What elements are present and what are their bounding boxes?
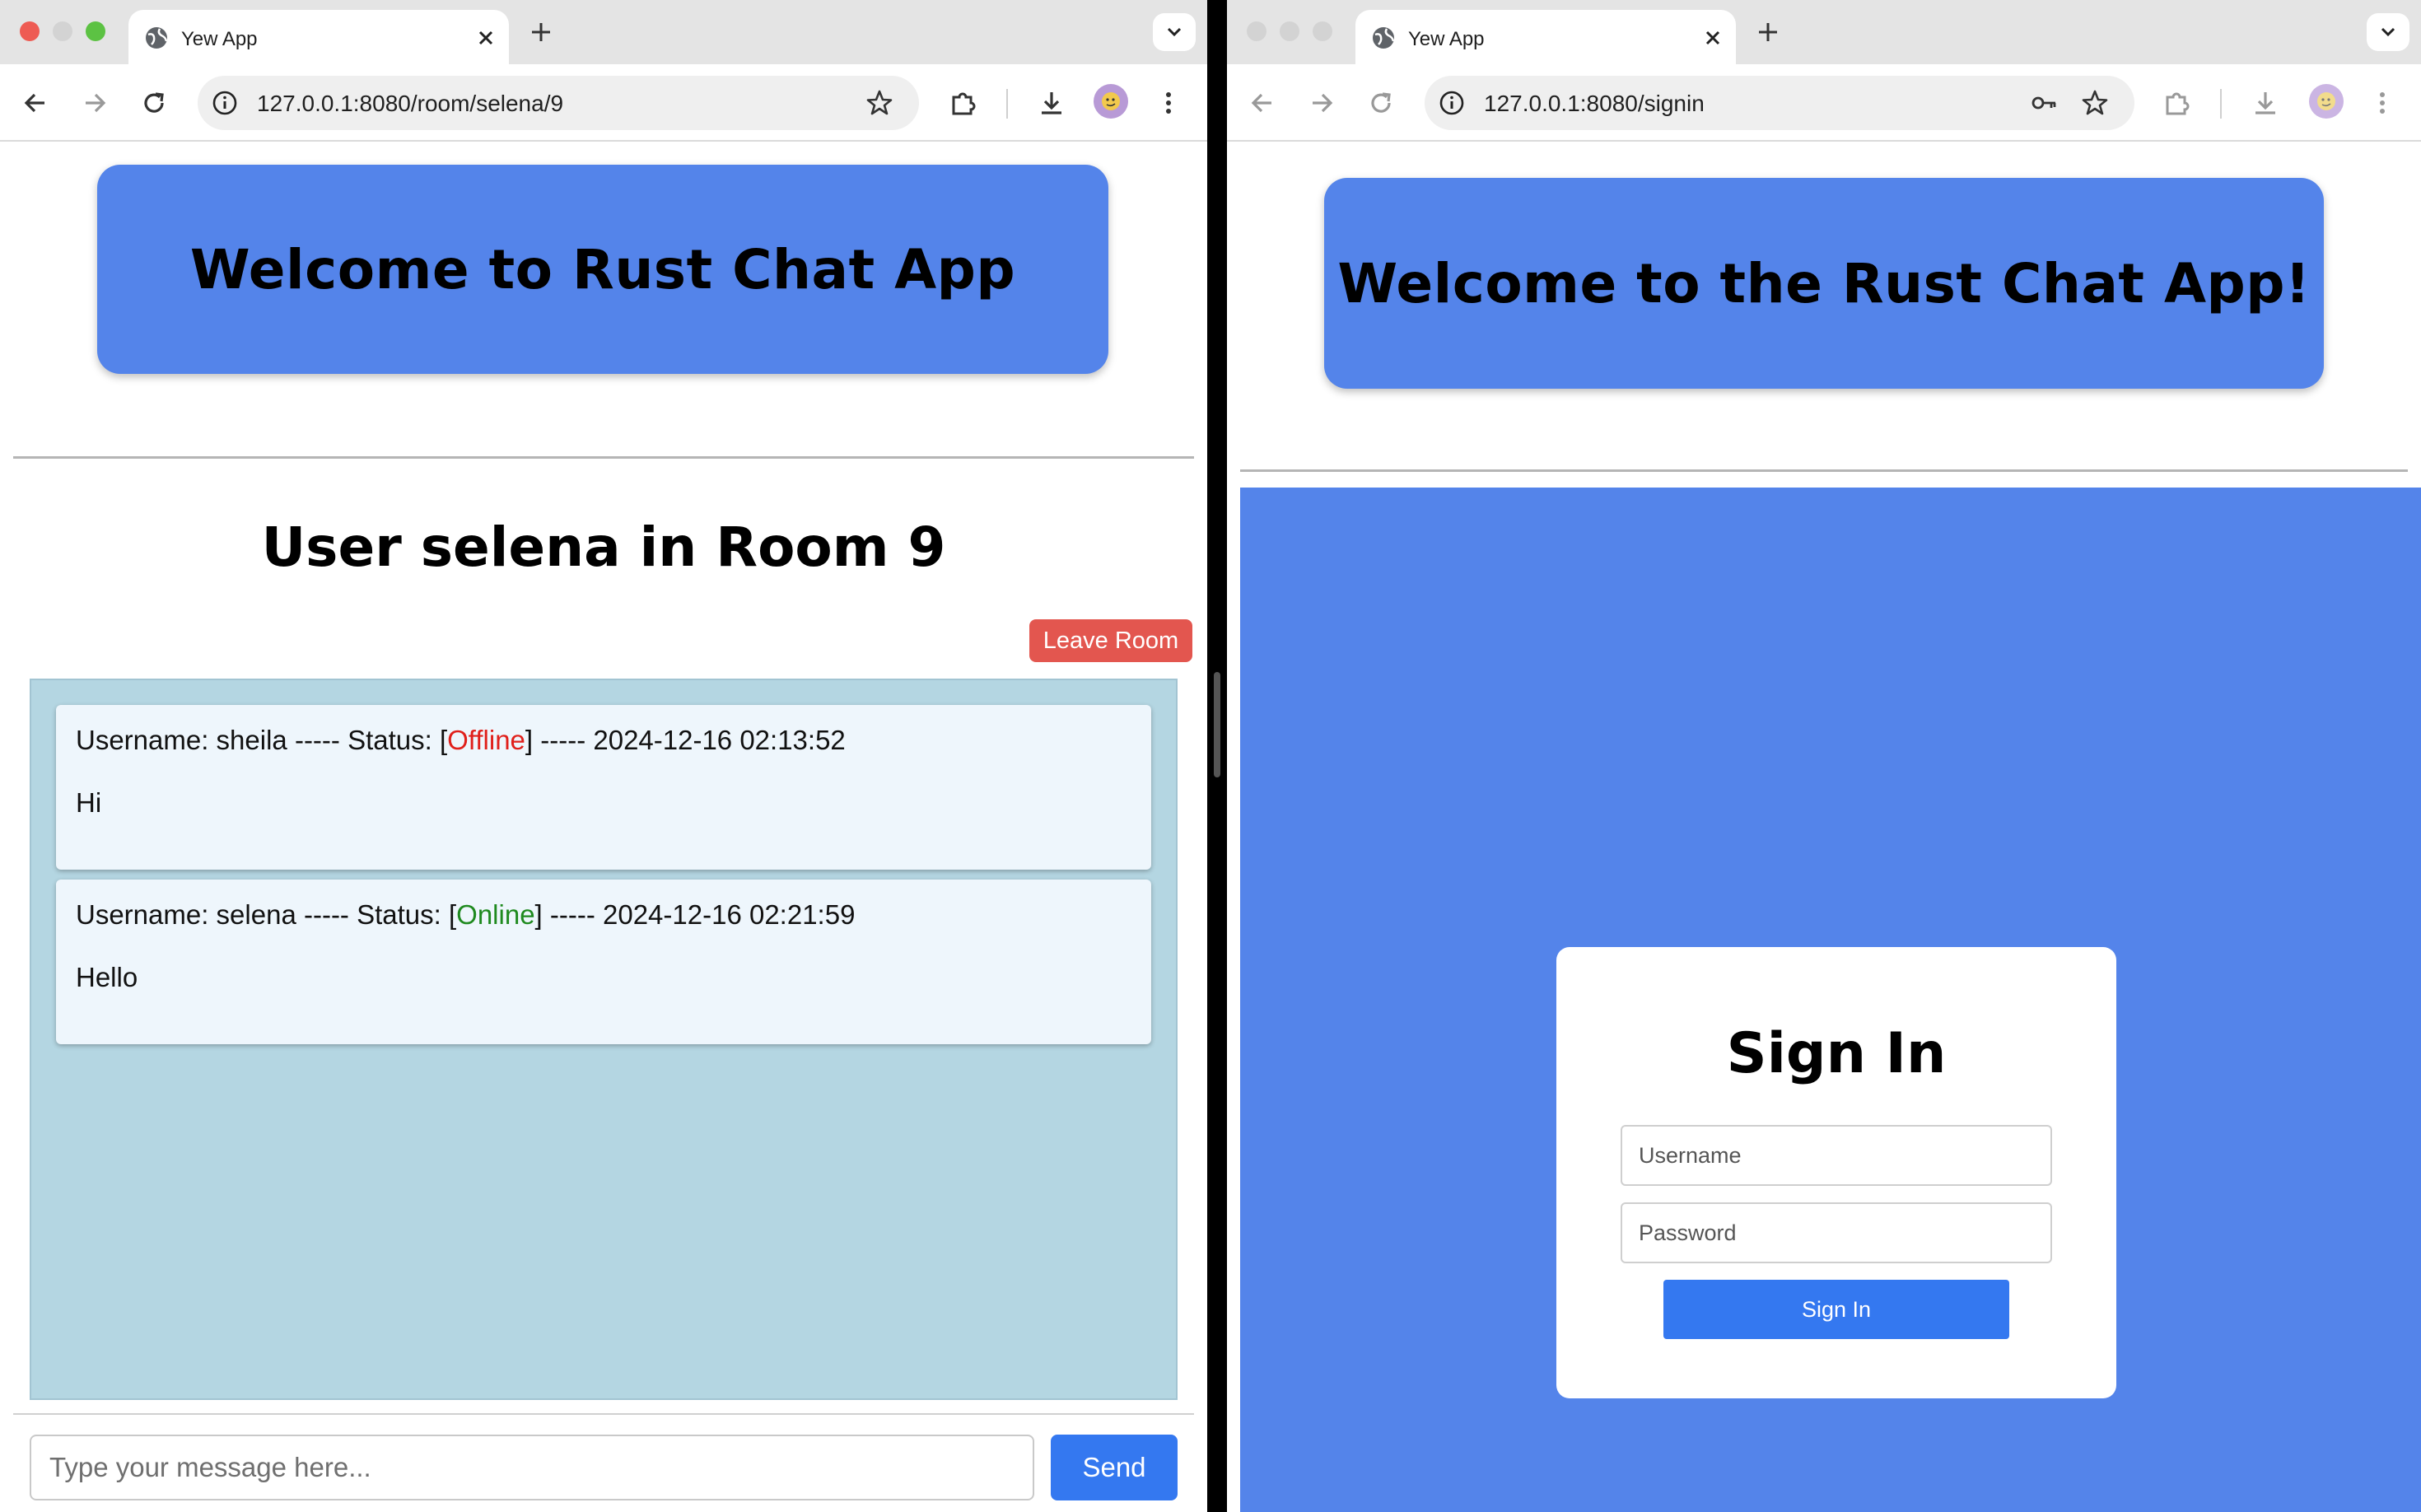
message-meta: Username: sheila ----- Status: [Offline]…	[76, 725, 846, 756]
close-window-button[interactable]	[1247, 21, 1266, 41]
username-field[interactable]	[1621, 1125, 2052, 1186]
tab-strip: Yew App	[0, 0, 1207, 64]
status-online: Online	[456, 899, 535, 930]
chat-room-browser-window: Yew App 127.0.0.1:8080/room/selena/9 Wel…	[0, 0, 1207, 1512]
kebab-menu-icon[interactable]	[1153, 87, 1184, 119]
tab-strip: Yew App	[1227, 0, 2421, 64]
forward-arrow-icon[interactable]	[1306, 87, 1337, 119]
download-icon[interactable]	[1036, 87, 1067, 119]
address-bar[interactable]: 127.0.0.1:8080/room/selena/9	[198, 76, 919, 130]
signin-heading: Sign In	[1726, 1021, 1947, 1086]
room-title: User selena in Room 9	[261, 516, 946, 579]
header-divider	[13, 456, 1194, 459]
minimize-window-button[interactable]	[1280, 21, 1299, 41]
forward-arrow-icon[interactable]	[79, 87, 110, 119]
reload-icon[interactable]	[138, 87, 170, 119]
key-icon[interactable]	[2029, 88, 2059, 118]
browser-toolbar: 127.0.0.1:8080/room/selena/9	[0, 64, 1207, 142]
input-divider	[13, 1413, 1194, 1415]
message-text: Hi	[76, 787, 102, 818]
reload-icon[interactable]	[1365, 87, 1397, 119]
header-divider	[1240, 469, 2408, 472]
chevron-down-icon	[1167, 27, 1182, 37]
zoom-window-button[interactable]	[1313, 21, 1332, 41]
banner-title: Welcome to the Rust Chat App!	[1337, 251, 2311, 315]
tab-title: Yew App	[1408, 28, 1485, 50]
signin-card: Sign In Sign In	[1556, 947, 2116, 1398]
password-field[interactable]	[1621, 1202, 2052, 1263]
browser-tab[interactable]: Yew App	[1355, 10, 1736, 64]
chevron-down-icon	[2381, 27, 2395, 37]
minimize-window-button[interactable]	[53, 21, 72, 41]
zoom-window-button[interactable]	[86, 21, 105, 41]
close-icon[interactable]	[1701, 26, 1724, 49]
kebab-menu-icon[interactable]	[2367, 87, 2398, 119]
signin-background: Sign In Sign In	[1240, 488, 2421, 1512]
message-timestamp: ] ----- 2024-12-16 02:13:52	[525, 725, 846, 755]
leave-room-button[interactable]: Leave Room	[1029, 619, 1192, 662]
info-icon[interactable]	[211, 89, 239, 117]
message-meta: Username: selena ----- Status: [Online] …	[76, 899, 855, 931]
message-username-prefix: Username: selena ----- Status: [	[76, 899, 457, 930]
message-text: Hello	[76, 962, 138, 992]
download-icon[interactable]	[2250, 87, 2281, 119]
banner-title: Welcome to Rust Chat App	[189, 237, 1016, 301]
profile-avatar[interactable]	[1094, 84, 1128, 119]
message-username-prefix: Username: sheila ----- Status: [	[76, 725, 448, 755]
tab-search-button[interactable]	[2367, 13, 2409, 51]
browser-toolbar: 127.0.0.1:8080/signin	[1227, 64, 2421, 142]
tab-title: Yew App	[181, 28, 258, 50]
message-card: Username: selena ----- Status: [Online] …	[56, 880, 1151, 1044]
message-timestamp: ] ----- 2024-12-16 02:21:59	[534, 899, 856, 930]
message-list: Username: sheila ----- Status: [Offline]…	[30, 679, 1178, 1400]
signin-browser-window: Yew App 127.0.0.1:8080/signin Welcome to…	[1227, 0, 2421, 1512]
send-button[interactable]: Send	[1051, 1435, 1178, 1500]
star-icon[interactable]	[865, 88, 894, 118]
signin-page: Welcome to the Rust Chat App! Sign In Si…	[1227, 142, 2421, 1512]
tab-search-button[interactable]	[1153, 13, 1196, 51]
toolbar-separator	[2220, 89, 2222, 119]
plus-icon[interactable]	[527, 18, 555, 46]
close-icon[interactable]	[474, 26, 497, 49]
address-url: 127.0.0.1:8080/signin	[1484, 91, 1705, 116]
globe-icon	[1373, 27, 1395, 49]
profile-avatar[interactable]	[2309, 84, 2344, 119]
signin-button[interactable]: Sign In	[1663, 1280, 2009, 1339]
address-url: 127.0.0.1:8080/room/selena/9	[257, 91, 564, 116]
extensions-icon[interactable]	[947, 87, 978, 119]
status-offline: Offline	[447, 725, 525, 755]
toolbar-separator	[1006, 89, 1008, 119]
browser-tab[interactable]: Yew App	[128, 10, 509, 64]
close-window-button[interactable]	[20, 21, 40, 41]
avatar-face-icon	[1102, 92, 1120, 110]
message-card: Username: sheila ----- Status: [Offline]…	[56, 705, 1151, 870]
welcome-banner: Welcome to Rust Chat App	[97, 165, 1108, 374]
message-input[interactable]	[30, 1435, 1034, 1500]
globe-icon	[146, 27, 168, 49]
extensions-icon[interactable]	[2161, 87, 2192, 119]
back-arrow-icon[interactable]	[1247, 87, 1278, 119]
address-bar[interactable]: 127.0.0.1:8080/signin	[1425, 76, 2134, 130]
avatar-face-icon	[2317, 92, 2335, 110]
welcome-banner: Welcome to the Rust Chat App!	[1324, 178, 2324, 389]
back-arrow-icon[interactable]	[20, 87, 51, 119]
plus-icon[interactable]	[1754, 18, 1782, 46]
split-resize-handle[interactable]	[1214, 672, 1220, 777]
star-icon[interactable]	[2080, 88, 2110, 118]
info-icon[interactable]	[1438, 89, 1466, 117]
